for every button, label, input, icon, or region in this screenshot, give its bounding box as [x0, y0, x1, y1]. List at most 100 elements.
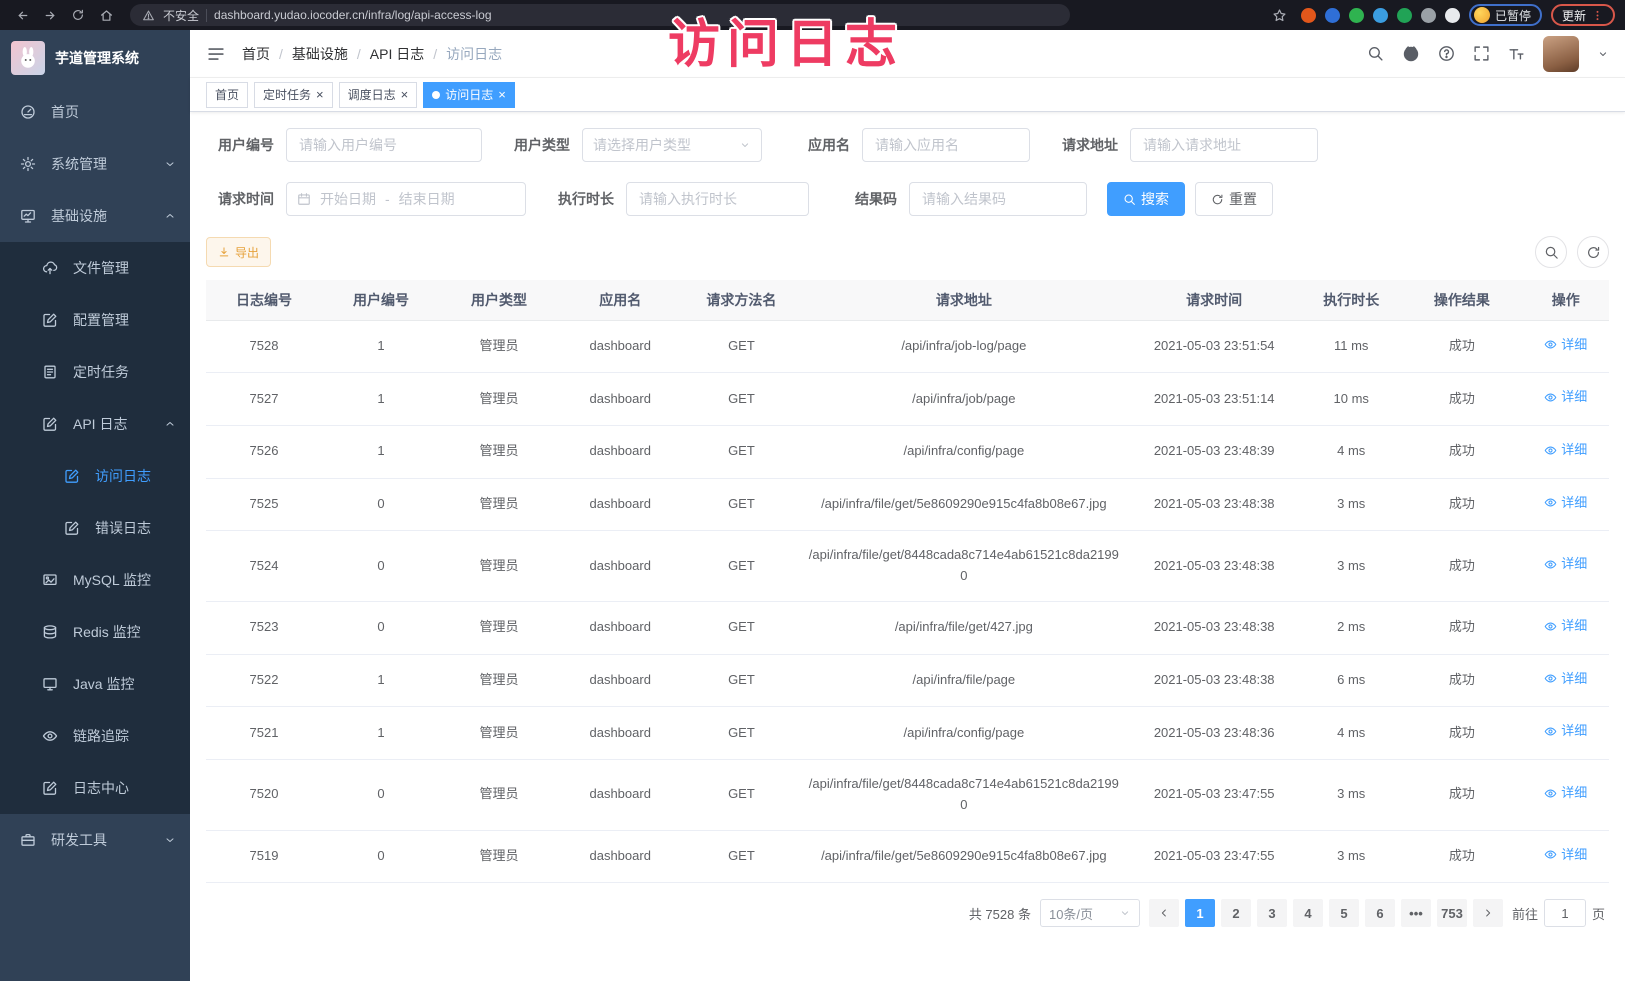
infra-icon	[20, 208, 38, 224]
font-size-icon[interactable]	[1508, 45, 1525, 62]
detail-label: 详细	[1561, 554, 1587, 575]
sidebar-item-error-log[interactable]: 错误日志	[0, 502, 190, 554]
eye-icon	[1544, 725, 1557, 738]
detail-link[interactable]: 详细	[1544, 440, 1587, 461]
sidebar-item-config-mgmt[interactable]: 配置管理	[0, 294, 190, 346]
ext-translate-icon[interactable]	[1397, 8, 1412, 23]
sidebar-item-file-mgmt[interactable]: 文件管理	[0, 242, 190, 294]
sidebar-item-home[interactable]: 首页	[0, 86, 190, 138]
table-cell: dashboard	[558, 601, 682, 654]
table-cell: 管理员	[440, 320, 558, 373]
detail-link[interactable]: 详细	[1544, 845, 1587, 866]
sidebar-item-api-log[interactable]: API 日志	[0, 398, 190, 450]
tab-schedule-log[interactable]: 调度日志 ×	[339, 82, 418, 108]
detail-link[interactable]: 详细	[1544, 616, 1587, 637]
table-cell: 11 ms	[1301, 320, 1401, 373]
user-avatar[interactable]	[1543, 36, 1579, 72]
ext-blue-shield-icon[interactable]	[1325, 8, 1340, 23]
page-button-4[interactable]: 4	[1293, 899, 1323, 927]
java-icon	[42, 676, 60, 692]
help-icon[interactable]	[1438, 45, 1455, 62]
toggle-search-button[interactable]	[1535, 236, 1567, 268]
tab-access-log[interactable]: 访问日志×	[423, 82, 515, 108]
table-cell: 10 ms	[1301, 373, 1401, 426]
page-button-753[interactable]: 753	[1437, 899, 1467, 927]
ext-blue-puzzle-icon[interactable]	[1373, 8, 1388, 23]
table-cell: 管理员	[440, 478, 558, 531]
sidebar-item-log-center[interactable]: 日志中心	[0, 762, 190, 814]
sidebar-item-access-log[interactable]: 访问日志	[0, 450, 190, 502]
result-code-input[interactable]	[909, 182, 1087, 216]
detail-link[interactable]: 详细	[1544, 493, 1587, 514]
table-cell: 7523	[206, 601, 322, 654]
pager-more-icon[interactable]: •••	[1401, 899, 1431, 927]
ext-ghost-icon[interactable]	[1421, 8, 1436, 23]
bookmark-star-icon[interactable]	[1268, 3, 1292, 27]
ext-orange-ring-icon[interactable]	[1301, 8, 1316, 23]
tab-home[interactable]: 首页	[206, 82, 248, 108]
breadcrumb-item[interactable]: API 日志	[370, 44, 424, 64]
sidebar-item-system-mgmt[interactable]: 系统管理	[0, 138, 190, 190]
fullscreen-icon[interactable]	[1473, 45, 1490, 62]
ext-green-circle-icon[interactable]	[1349, 8, 1364, 23]
sidebar-item-label: 定时任务	[73, 362, 129, 382]
tab-scheduled-jobs[interactable]: 定时任务×	[254, 82, 333, 108]
tab-close-icon[interactable]: ×	[401, 88, 409, 101]
duration-input[interactable]	[626, 182, 809, 216]
detail-label: 详细	[1561, 440, 1587, 461]
detail-link[interactable]: 详细	[1544, 335, 1587, 356]
sidebar-item-redis-monitor[interactable]: Redis 监控	[0, 606, 190, 658]
sidebar-item-dev-tools[interactable]: 研发工具	[0, 814, 190, 866]
header-search-icon[interactable]	[1367, 45, 1384, 62]
browser-menu-icon[interactable]	[1591, 9, 1604, 22]
sidebar-item-tracing[interactable]: 链路追踪	[0, 710, 190, 762]
sidebar-item-infrastructure[interactable]: 基础设施	[0, 190, 190, 242]
detail-link[interactable]: 详细	[1544, 721, 1587, 742]
request-time-daterange[interactable]: 开始日期-结束日期	[286, 182, 526, 216]
address-bar[interactable]: 不安全 dashboard.yudao.iocoder.cn/infra/log…	[130, 4, 1070, 26]
sidebar-logo[interactable]: 芋道管理系统	[0, 30, 190, 86]
github-icon[interactable]	[1402, 45, 1420, 63]
page-button-2[interactable]: 2	[1221, 899, 1251, 927]
goto-page-input[interactable]	[1544, 899, 1586, 927]
prev-page-button[interactable]	[1149, 899, 1179, 927]
sidebar-item-mysql-monitor[interactable]: MySQL 监控	[0, 554, 190, 606]
ext-pinwheel-icon[interactable]	[1445, 8, 1460, 23]
table-cell: /api/infra/file/get/8448cada8c714e4ab615…	[800, 531, 1127, 602]
tab-close-icon[interactable]: ×	[498, 88, 506, 101]
breadcrumb-item[interactable]: 基础设施	[292, 44, 348, 64]
detail-link[interactable]: 详细	[1544, 669, 1587, 690]
browser-home-button[interactable]	[94, 3, 118, 27]
browser-back-button[interactable]	[10, 3, 34, 27]
tab-label: 调度日志	[348, 86, 396, 103]
page-button-1[interactable]: 1	[1185, 899, 1215, 927]
breadcrumb-item[interactable]: 首页	[242, 44, 270, 64]
user-id-input[interactable]	[286, 128, 482, 162]
table-cell: 7520	[206, 759, 322, 830]
sidebar-item-java-monitor[interactable]: Java 监控	[0, 658, 190, 710]
export-button[interactable]: 导出	[206, 237, 271, 267]
search-button[interactable]: 搜索	[1107, 182, 1185, 216]
browser-forward-button[interactable]	[38, 3, 62, 27]
detail-link[interactable]: 详细	[1544, 554, 1587, 575]
page-size-select[interactable]: 10条/页	[1040, 899, 1140, 927]
user-type-select[interactable]: 请选择用户类型	[582, 128, 762, 162]
table-refresh-button[interactable]	[1577, 236, 1609, 268]
hamburger-icon[interactable]	[206, 44, 226, 64]
detail-link[interactable]: 详细	[1544, 387, 1587, 408]
eye-icon	[1544, 558, 1557, 571]
browser-reload-button[interactable]	[66, 3, 90, 27]
reset-button[interactable]: 重置	[1195, 182, 1273, 216]
page-button-6[interactable]: 6	[1365, 899, 1395, 927]
page-button-3[interactable]: 3	[1257, 899, 1287, 927]
sidebar-item-scheduled-jobs[interactable]: 定时任务	[0, 346, 190, 398]
request-url-input[interactable]	[1130, 128, 1318, 162]
avatar-caret-down-icon[interactable]	[1597, 48, 1609, 60]
detail-link[interactable]: 详细	[1544, 783, 1587, 804]
profile-paused-badge[interactable]: 已暂停	[1469, 4, 1542, 26]
page-button-5[interactable]: 5	[1329, 899, 1359, 927]
browser-update-button[interactable]: 更新	[1551, 4, 1615, 26]
app-name-input[interactable]	[862, 128, 1030, 162]
next-page-button[interactable]	[1473, 899, 1503, 927]
tab-close-icon[interactable]: ×	[316, 88, 324, 101]
